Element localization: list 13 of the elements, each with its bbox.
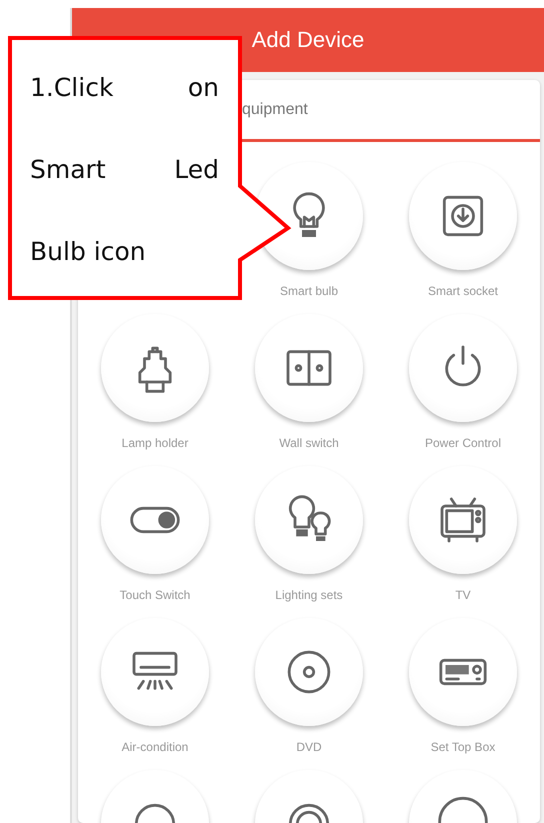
device-label: DVD <box>296 740 322 754</box>
device-label: Lamp holder <box>122 436 188 450</box>
device-label: Set Top Box <box>430 740 496 754</box>
category-tab[interactable]: quipment <box>242 80 540 139</box>
device-label: TV <box>455 588 471 602</box>
device-label: Power Control <box>424 436 502 450</box>
device-label: Lighting sets <box>275 588 343 602</box>
screen-title: Add Device <box>252 27 364 53</box>
device-label: Wall switch <box>279 436 339 450</box>
device-label: Touch Switch <box>120 588 190 602</box>
device-label: Air-condition <box>122 740 188 754</box>
device-label: Smart bulb <box>280 284 338 298</box>
device-label: Smart socket <box>428 284 498 298</box>
